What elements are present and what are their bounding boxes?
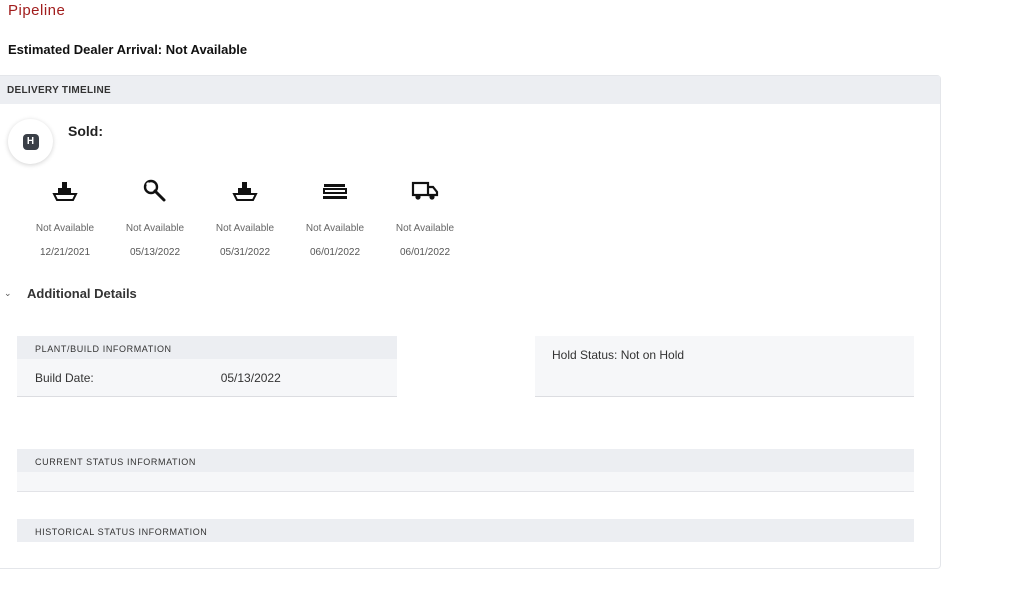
railcar-icon [290,176,380,206]
step-status: Not Available [215,223,275,234]
chevron-down-icon: ⌄ [4,288,12,298]
wrench-icon [110,176,200,206]
additional-details-label: Additional Details [27,286,137,301]
additional-details-toggle[interactable]: ⌄ Additional Details [4,286,137,301]
delivery-timeline-header: DELIVERY TIMELINE [0,76,940,104]
historical-status-panel: HISTORICAL STATUS INFORMATION [17,519,914,542]
page-title: Pipeline [8,2,66,19]
hold-status: Hold Status: Not on Hold [535,336,914,397]
delivery-timeline-card: DELIVERY TIMELINE H Sold: Not Available … [0,75,941,569]
build-date-value: 05/13/2022 [220,370,281,385]
ship-icon [200,176,290,206]
step-date: 06/01/2022 [399,247,451,258]
timeline-step: Not Available 05/13/2022 [110,176,200,258]
timeline-step: Not Available 06/01/2022 [290,176,380,258]
timeline-step: Not Available 12/21/2021 [20,176,110,258]
step-date: 05/13/2022 [129,247,181,258]
historical-status-header: HISTORICAL STATUS INFORMATION [17,519,914,542]
step-date: 12/21/2021 [39,247,91,258]
current-status-header: CURRENT STATUS INFORMATION [17,449,914,472]
timeline-steps: Not Available 12/21/2021 Not Available 0… [20,176,470,258]
timeline-step: Not Available 06/01/2022 [380,176,470,258]
step-date: 06/01/2022 [309,247,361,258]
sold-label: Sold: [68,123,103,139]
step-status: Not Available [35,223,95,234]
build-date-label: Build Date: [35,370,94,385]
sold-badge: H [8,119,53,164]
step-status: Not Available [125,223,185,234]
step-date: 05/31/2022 [219,247,271,258]
current-status-panel: CURRENT STATUS INFORMATION [17,449,914,492]
ship-icon [20,176,110,206]
pipeline-page: Pipeline Estimated Dealer Arrival: Not A… [0,0,1021,598]
step-status: Not Available [305,223,365,234]
build-date-row: Build Date: 05/13/2022 [17,359,397,397]
plant-build-header: PLANT/BUILD INFORMATION [17,336,397,359]
dealer-h-icon: H [22,133,39,150]
timeline-step: Not Available 05/31/2022 [200,176,290,258]
truck-icon [380,176,470,206]
estimated-dealer-arrival: Estimated Dealer Arrival: Not Available [8,42,248,57]
step-status: Not Available [395,223,455,234]
plant-build-panel: PLANT/BUILD INFORMATION Build Date: 05/1… [17,336,397,397]
current-status-body [17,472,914,492]
